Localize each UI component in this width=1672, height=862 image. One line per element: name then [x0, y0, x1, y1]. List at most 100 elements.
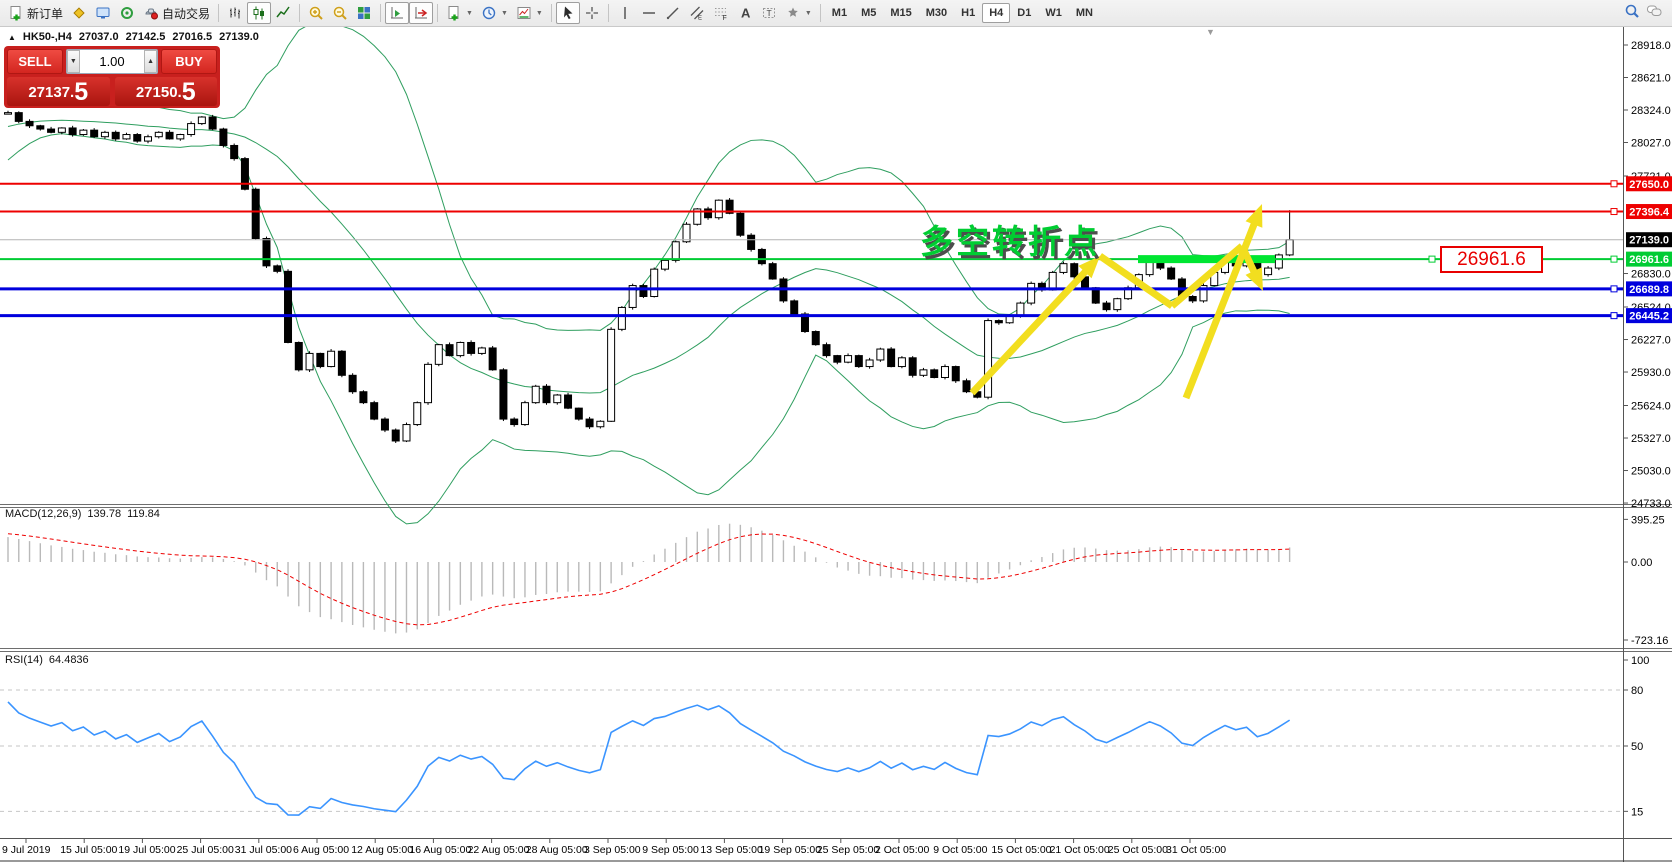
- volume-input[interactable]: [79, 50, 145, 73]
- templates-button[interactable]: ▼: [512, 2, 547, 24]
- date-label: 9 Sep 05:00: [642, 844, 699, 856]
- sell-price-display[interactable]: 27137. 5: [7, 77, 110, 106]
- caret-down-icon: ▼: [466, 9, 473, 17]
- tile-icon: [358, 7, 371, 19]
- sell-button[interactable]: SELL: [7, 49, 63, 74]
- label-button[interactable]: T: [757, 2, 781, 24]
- svg-text:15: 15: [1631, 806, 1643, 818]
- trendline-button[interactable]: [661, 2, 685, 24]
- date-label: 22 Aug 05:00: [468, 844, 530, 856]
- auto-trading-button[interactable]: 自动交易: [139, 2, 214, 24]
- indicator-icon: [448, 6, 459, 21]
- sell-price-pip: 5: [74, 78, 89, 106]
- ohlc-low: 27016.5: [172, 31, 213, 43]
- date-label: 19 Jul 05:00: [118, 844, 175, 856]
- trendline-icon: [666, 7, 679, 20]
- text-button[interactable]: A: [733, 2, 757, 24]
- timeframe-m1-button[interactable]: M1: [825, 3, 854, 23]
- highlight-segment[interactable]: [1138, 255, 1275, 264]
- svg-text:28621.0: 28621.0: [1631, 73, 1671, 85]
- shapes-button[interactable]: ▼: [781, 2, 816, 24]
- svg-text:25930.0: 25930.0: [1631, 367, 1671, 379]
- periods-button[interactable]: ▼: [477, 2, 512, 24]
- horizontal-line-button[interactable]: [637, 2, 661, 24]
- candlestick-chart-button[interactable]: [247, 2, 272, 24]
- chart-shift-button[interactable]: [385, 2, 410, 24]
- toolbar-separator: [819, 4, 821, 22]
- date-label: 15 Jul 05:00: [60, 844, 117, 856]
- cursor-icon: [563, 6, 573, 20]
- auto-scroll-icon: [415, 7, 428, 19]
- autotrade-icon: [145, 8, 159, 20]
- linechart-icon: [276, 6, 290, 18]
- date-label: 25 Sep 05:00: [817, 844, 880, 856]
- buy-button[interactable]: BUY: [161, 49, 217, 74]
- chat-icon: [1647, 5, 1662, 16]
- timeframe-d1-button[interactable]: D1: [1010, 3, 1038, 23]
- timeframe-w1-button[interactable]: W1: [1038, 3, 1069, 23]
- timeframe-mn-button[interactable]: MN: [1069, 3, 1100, 23]
- caret-down-icon: ▼: [535, 9, 543, 17]
- line-chart-button[interactable]: [271, 2, 295, 24]
- bar-chart-button[interactable]: [223, 2, 247, 24]
- chat-icon-button[interactable]: [1646, 3, 1662, 24]
- toolbar-separator: [380, 4, 382, 22]
- date-label: 31 Jul 05:00: [235, 844, 292, 856]
- vertical-line-button[interactable]: [613, 2, 637, 24]
- svg-text:395.25: 395.25: [1631, 514, 1665, 526]
- date-label: 9 Oct 05:00: [933, 844, 987, 856]
- auto-scroll-button[interactable]: [409, 2, 434, 24]
- cursor-button[interactable]: [555, 2, 580, 24]
- fibonacci-button[interactable]: F: [709, 2, 733, 24]
- svg-text:27139.0: 27139.0: [1629, 235, 1669, 247]
- ohlc-high: 27142.5: [125, 31, 166, 43]
- chart-window-button[interactable]: [91, 2, 115, 24]
- template-icon: [517, 7, 531, 19]
- search-icon-button[interactable]: [1624, 3, 1640, 24]
- indicators-button[interactable]: ▼: [442, 2, 477, 24]
- new-order-button[interactable]: 新订单: [4, 2, 67, 24]
- buy-price-display[interactable]: 27150. 5: [114, 77, 217, 106]
- svg-text:28027.0: 28027.0: [1631, 138, 1671, 150]
- new-order-button-label: 新订单: [27, 6, 64, 21]
- chart-canvas[interactable]: 28918.028621.028324.028027.027721.026830…: [0, 0, 1672, 862]
- rsi-name: RSI(14): [5, 654, 43, 666]
- volume-decrease-button[interactable]: ▼: [67, 50, 80, 73]
- timeframe-m30-button[interactable]: M30: [919, 3, 954, 23]
- channel-icon: E: [690, 6, 704, 21]
- svg-text:A: A: [741, 6, 751, 21]
- gold-icon: [73, 7, 85, 19]
- symbol-period-label: HK50-,H4: [22, 31, 72, 43]
- timeframe-m5-button[interactable]: M5: [854, 3, 883, 23]
- turning-point-annotation: 多空转折点: [920, 223, 1100, 260]
- macd-value-2: 119.84: [127, 508, 160, 520]
- macd-value-1: 139.78: [87, 508, 122, 520]
- signals-button[interactable]: [115, 2, 139, 24]
- signal-icon: [121, 7, 134, 19]
- channel-button[interactable]: E: [685, 2, 709, 24]
- date-label: 25 Jul 05:00: [177, 844, 234, 856]
- toolbar-separator: [607, 4, 609, 22]
- toolbar-separator: [218, 4, 220, 22]
- volume-increase-button[interactable]: ▲: [144, 50, 157, 73]
- svg-text:27650.0: 27650.0: [1629, 179, 1669, 191]
- timeframe-h1-button[interactable]: H1: [954, 3, 982, 23]
- ohlc-open: 27037.0: [78, 31, 119, 43]
- price-axis: 28918.028621.028324.028027.027721.026830…: [1623, 40, 1672, 818]
- market-watch-button[interactable]: [67, 2, 91, 24]
- timeframe-m15-button[interactable]: M15: [883, 3, 918, 23]
- date-label: 13 Sep 05:00: [700, 844, 763, 856]
- zoom-out-button[interactable]: [328, 2, 352, 24]
- date-axis: 9 Jul 2019 15 Jul 05:00 19 Jul 05:00 25 Jul…: [2, 838, 1226, 856]
- crosshair-button[interactable]: [580, 2, 604, 24]
- chart-dropdown-icon[interactable]: ▼: [1206, 27, 1215, 37]
- date-label: 9 Jul 2019: [2, 844, 51, 856]
- monitor-icon: [96, 7, 110, 19]
- price-tag-annotation[interactable]: 26961.6: [1440, 246, 1543, 273]
- tile-windows-button[interactable]: [352, 2, 376, 24]
- timeframe-h4-button[interactable]: H4: [982, 3, 1011, 23]
- macd-name: MACD(12,26,9): [5, 508, 82, 520]
- bb-lower: [7, 133, 1290, 525]
- date-label: 2 Oct 05:00: [875, 844, 929, 856]
- zoom-in-button[interactable]: [304, 2, 328, 24]
